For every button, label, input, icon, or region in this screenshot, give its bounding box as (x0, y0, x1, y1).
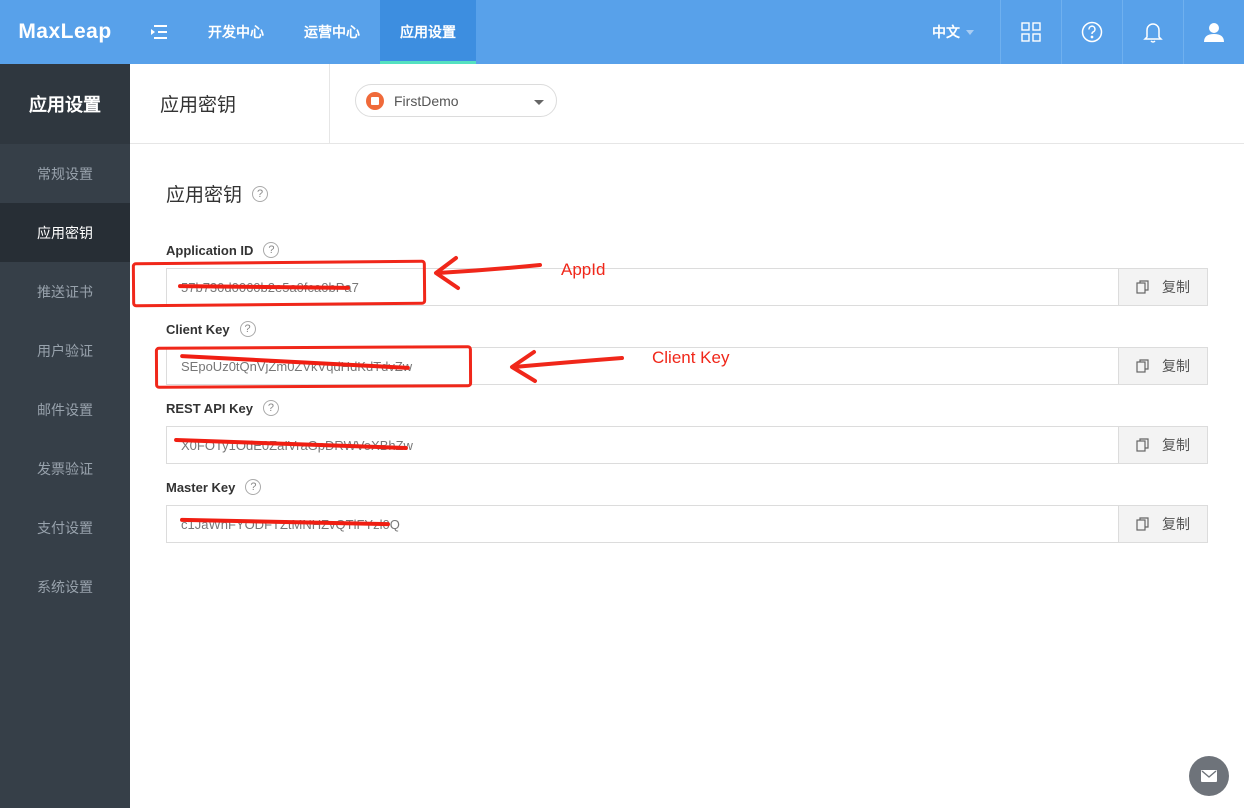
message-button[interactable] (1189, 756, 1229, 796)
client-key-annotation: Client Key (652, 348, 730, 367)
mail-icon (1201, 770, 1217, 782)
annotation-arrows (434, 256, 624, 383)
appid-annotation: AppId (561, 260, 606, 279)
arrow-icon (436, 263, 542, 275)
arrow-icon (512, 356, 624, 369)
